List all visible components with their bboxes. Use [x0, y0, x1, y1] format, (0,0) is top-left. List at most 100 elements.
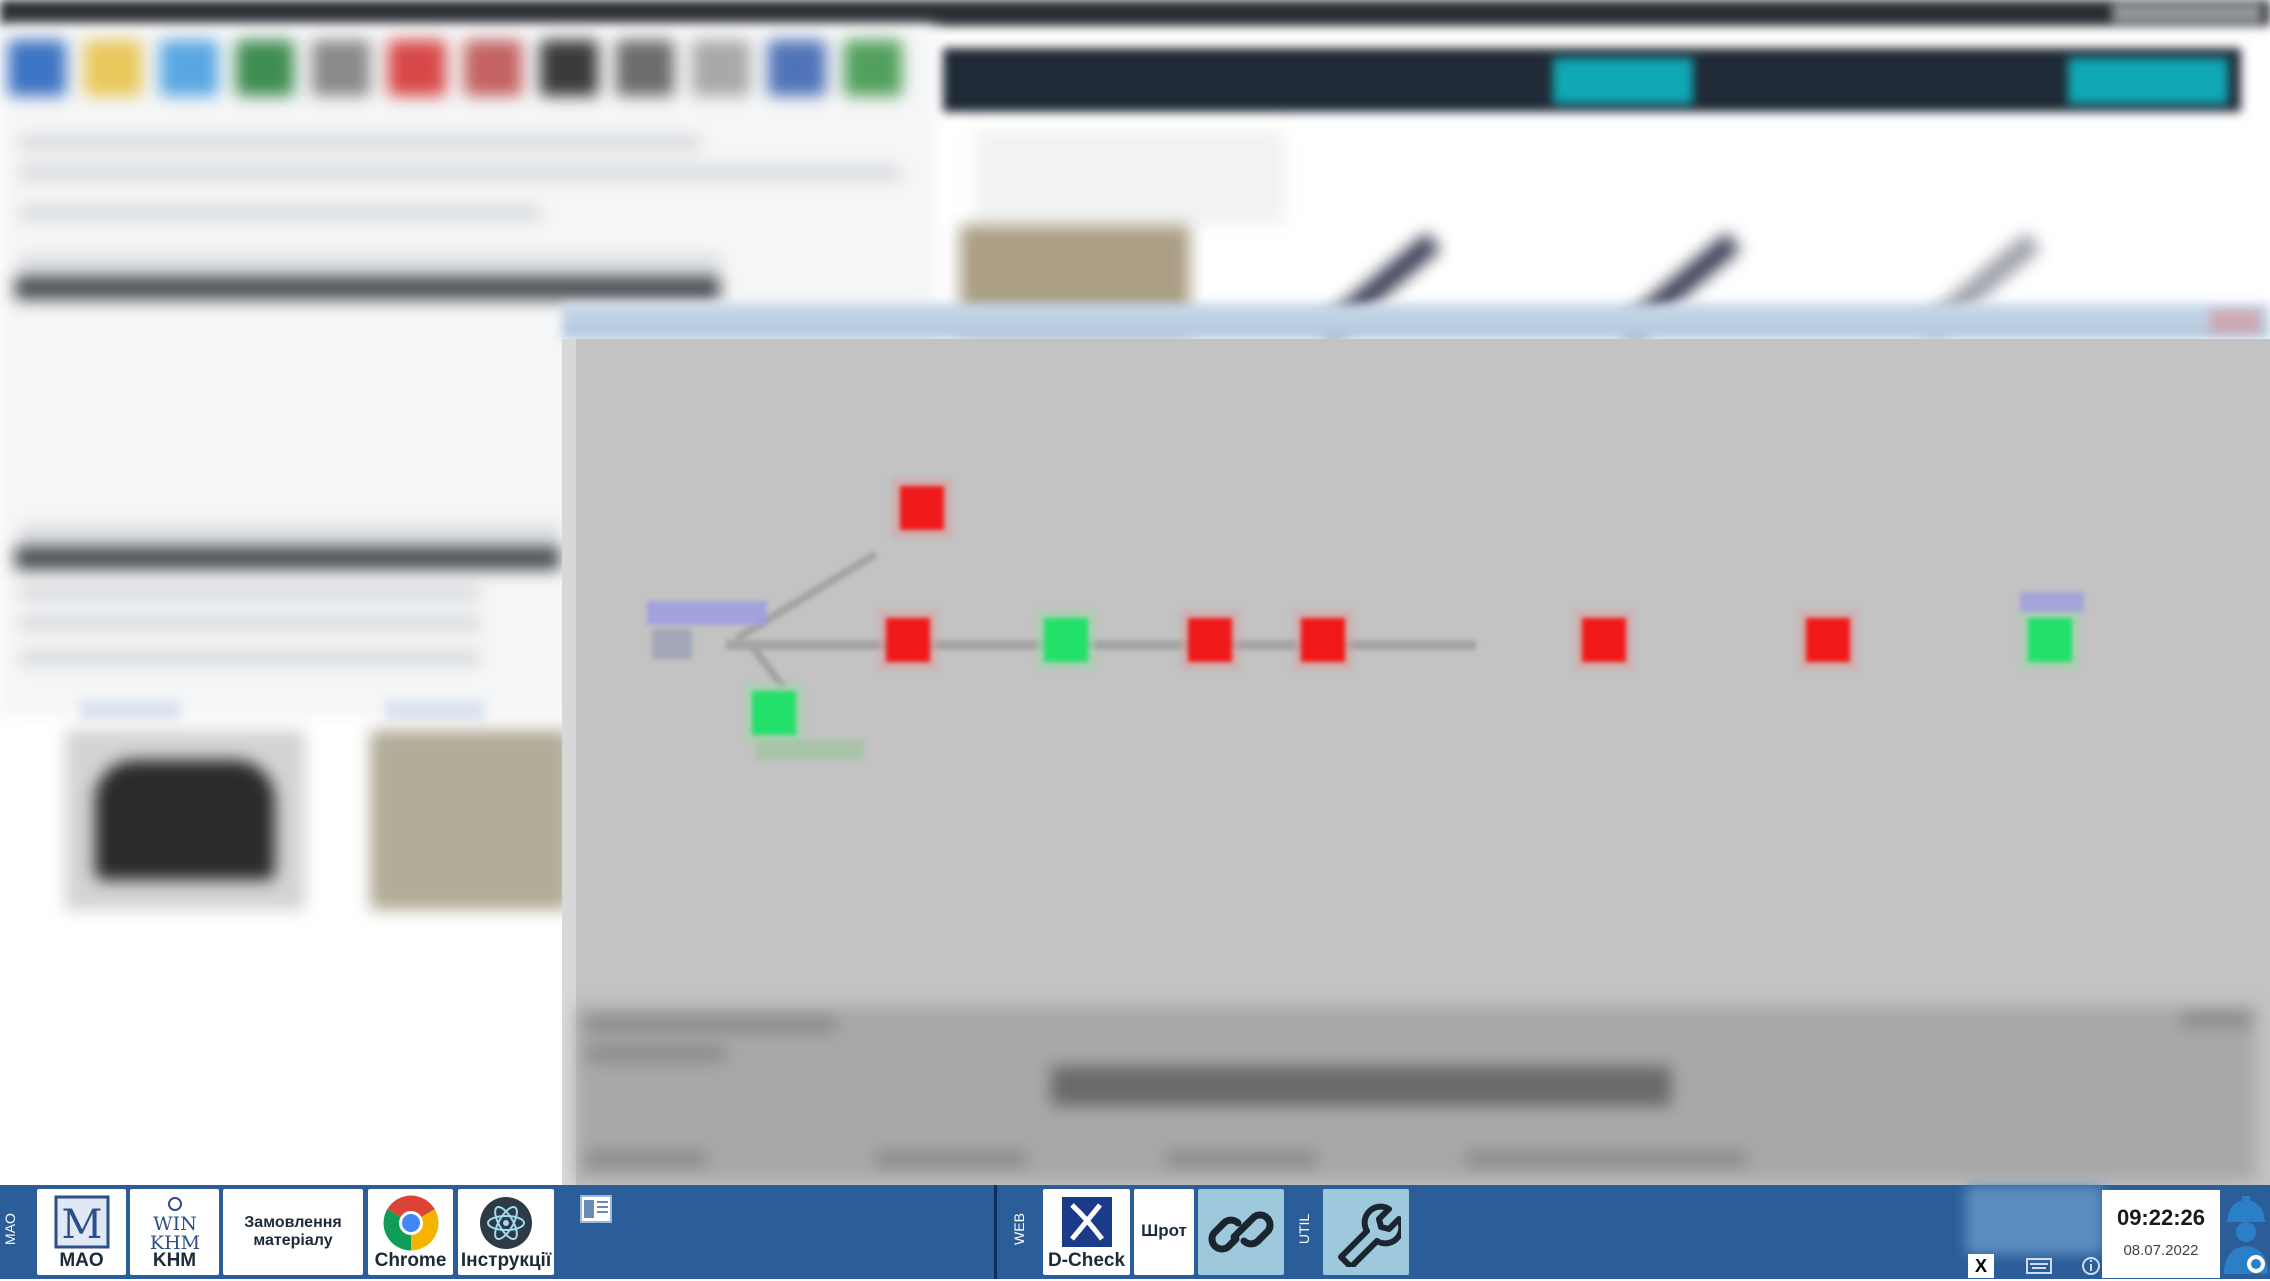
instructions-button[interactable]: Інструкції — [458, 1189, 554, 1275]
graph-start-node[interactable] — [652, 629, 692, 659]
toolbar-icon — [464, 40, 522, 96]
progress-segment — [2068, 58, 2228, 104]
taskbar: MAO M MAO WIN KHM KHM Замовлення матеріа… — [0, 1185, 2270, 1279]
process-node-graph — [647, 478, 2084, 760]
khm-label: KHM — [152, 1250, 197, 1271]
footer-text-line — [586, 1016, 836, 1032]
taskbar-divider — [994, 1185, 997, 1279]
part-thumbnail[interactable] — [65, 730, 305, 910]
window-controls — [2112, 4, 2262, 22]
tray-close-button[interactable]: X — [1968, 1254, 1994, 1278]
wrench-icon — [1331, 1197, 1405, 1272]
clock-date: 08.07.2022 — [2123, 1242, 2199, 1259]
material-order-label: Замовлення матеріалу — [244, 1214, 342, 1249]
svg-text:KHM: KHM — [149, 1232, 199, 1251]
graph-node-n3[interactable] — [1180, 610, 1240, 670]
window-title-bar[interactable] — [562, 303, 2270, 339]
graph-lower-label — [755, 740, 865, 760]
keyboard-icon[interactable] — [2026, 1258, 2052, 1279]
worker-settings-icon[interactable] — [2222, 1188, 2270, 1281]
dcheck-label: D-Check — [1047, 1250, 1126, 1271]
toolbar-icon — [388, 40, 446, 96]
chrome-button[interactable]: Chrome — [368, 1189, 453, 1275]
instructions-label: Інструкції — [460, 1250, 552, 1271]
group-label-web: WEB — [1010, 1213, 1027, 1245]
close-icon[interactable] — [2210, 309, 2260, 333]
tray-notification-area[interactable] — [1966, 1186, 2103, 1254]
background-text-line — [20, 526, 560, 540]
graph-node-n6[interactable] — [1798, 610, 1858, 670]
wrench-button[interactable] — [1323, 1189, 1409, 1275]
mao-button[interactable]: M MAO — [37, 1189, 126, 1275]
background-header-strip — [15, 546, 560, 570]
graph-end-label — [2020, 592, 2084, 612]
window-footer-panel — [576, 1006, 2256, 1181]
toolbar-icon — [84, 40, 142, 96]
background-text-line — [20, 586, 480, 600]
footer-text-line — [2181, 1011, 2251, 1027]
svg-text:M: M — [61, 1202, 102, 1248]
dcheck-logo-icon — [1060, 1195, 1114, 1254]
graph-node-n5[interactable] — [1574, 610, 1634, 670]
toolbar-icon — [160, 40, 218, 96]
window-left-border — [562, 339, 576, 1185]
info-icon[interactable] — [2081, 1256, 2101, 1281]
background-text-line — [20, 256, 720, 270]
thumbnail-caption — [80, 700, 180, 720]
toolbar-icon — [692, 40, 750, 96]
clock: 09:22:26 08.07.2022 — [2102, 1190, 2220, 1278]
graph-node-n1[interactable] — [878, 610, 938, 670]
graph-start-label — [647, 601, 767, 625]
toolbar-icon — [616, 40, 674, 96]
background-text-line — [20, 166, 900, 180]
background-text-line — [20, 206, 540, 220]
graph-node-n4[interactable] — [1293, 610, 1353, 670]
footer-text-line — [1466, 1151, 1746, 1167]
toolbar-icon — [236, 40, 294, 96]
background-progress-bar — [943, 48, 2241, 112]
toolbar-icon — [768, 40, 826, 96]
dcheck-button[interactable]: D-Check — [1043, 1189, 1130, 1275]
background-text-line — [20, 136, 700, 150]
graph-node-n-upper[interactable] — [892, 478, 952, 538]
footer-text-line — [876, 1151, 1026, 1167]
footer-text-line — [586, 1151, 706, 1167]
background-toolbar — [8, 40, 902, 96]
graph-edge — [733, 550, 879, 643]
group-label-mao: MAO — [1, 1213, 18, 1245]
background-info-panel — [975, 130, 1285, 225]
shrot-button[interactable]: Шрот — [1134, 1189, 1194, 1275]
toolbar-icon — [540, 40, 598, 96]
group-label-util: UTIL — [1296, 1213, 1313, 1245]
material-order-button[interactable]: Замовлення матеріалу — [223, 1189, 363, 1275]
footer-caption — [1051, 1066, 1671, 1106]
background-text-line — [20, 651, 480, 665]
shrot-label: Шрот — [1141, 1221, 1187, 1240]
footer-text-line — [1166, 1151, 1316, 1167]
part-thumbnail[interactable] — [370, 730, 570, 910]
graph-node-n-lower[interactable] — [744, 683, 804, 743]
graph-node-n2[interactable] — [1036, 610, 1096, 670]
toolbar-icon — [312, 40, 370, 96]
background-header-strip — [15, 276, 720, 300]
graph-edge — [747, 642, 788, 691]
chrome-icon — [383, 1195, 439, 1256]
khm-button[interactable]: WIN KHM KHM — [130, 1189, 219, 1275]
link-icon — [1206, 1199, 1276, 1270]
graph-node-n-end[interactable] — [2020, 610, 2080, 670]
mao-logo-icon: M — [54, 1195, 110, 1254]
win-khm-logo-icon: WIN KHM — [145, 1195, 205, 1256]
link-button[interactable] — [1198, 1189, 1284, 1275]
mao-label: MAO — [59, 1250, 104, 1271]
chrome-label: Chrome — [374, 1250, 447, 1271]
background-text-line — [20, 616, 480, 630]
toolbar-icon — [844, 40, 902, 96]
toolbar-icon — [8, 40, 66, 96]
clock-time: 09:22:26 — [2116, 1205, 2206, 1230]
process-graph-window — [562, 303, 2270, 1185]
atom-icon — [478, 1195, 534, 1256]
background-title-bar — [0, 0, 2270, 26]
show-desktop-icon[interactable] — [580, 1195, 612, 1228]
thumbnail-caption — [385, 700, 485, 720]
progress-segment — [1553, 58, 1693, 104]
